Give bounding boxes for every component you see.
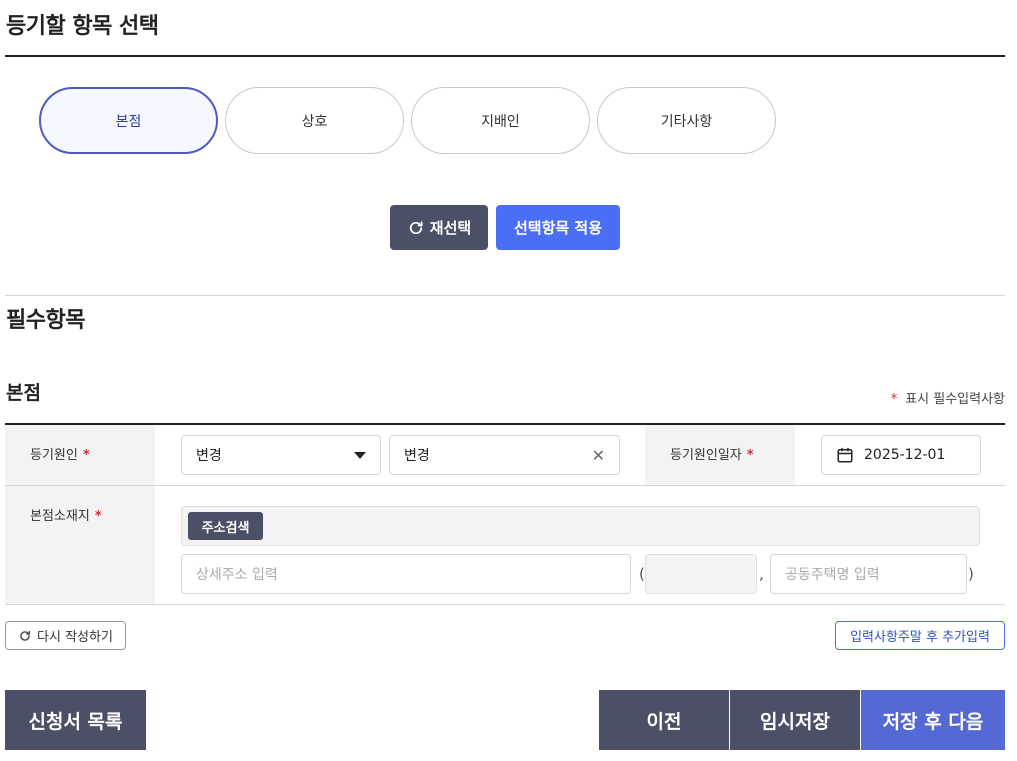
section-title: 필수항목 [6,308,85,333]
refresh-icon [20,630,31,641]
option-pill-label: 지배인 [481,113,520,130]
required-star: * [746,448,754,463]
cause-label-cell: 등기원인 * [5,425,155,485]
option-pill-label: 본점 [115,113,142,130]
apartment-name-input[interactable]: 공동주택명 입력 [770,554,967,594]
rewrite-button[interactable]: 다시 작성하기 [5,621,126,650]
required-note: * 표시 필수입력사항 [891,388,1005,407]
refresh-icon [409,220,423,234]
address-search-button[interactable]: 주소검색 [188,512,263,540]
add-input-button[interactable]: 입력사항주말 후 추가입력 [835,621,1005,650]
cause-select[interactable]: 변경 [181,435,381,475]
application-list-label: 신청서 목록 [28,710,123,733]
required-star: * [94,509,102,524]
reselect-label: 재선택 [429,219,472,237]
temp-save-button[interactable]: 임시저장 [730,690,860,750]
application-list-button[interactable]: 신청서 목록 [5,690,146,750]
address-field: 주소검색 [181,506,980,546]
open-paren: ( [639,565,645,583]
required-star: * [890,392,898,407]
row-divider [5,485,1005,486]
prev-button[interactable]: 이전 [599,690,729,750]
required-note-text: 표시 필수입력사항 [905,392,1005,407]
option-pill-other[interactable]: 기타사항 [597,87,776,154]
option-pill-manager[interactable]: 지배인 [411,87,590,154]
cause-input-value: 변경 [404,448,430,464]
detail-address-placeholder: 상세주소 입력 [196,567,278,583]
save-next-label: 저장 후 다음 [882,710,984,733]
page-title: 등기할 항목 선택 [6,14,159,39]
apply-selection-label: 선택항목 적용 [513,219,603,237]
prev-label: 이전 [646,710,682,733]
sub-section-title: 본점 [6,382,41,404]
reference-address-field [645,554,757,594]
calendar-icon[interactable] [836,446,854,464]
title-divider [5,55,1005,57]
location-label-cell: 본점소재지 * [5,486,155,604]
cause-label: 등기원인 [30,448,78,463]
location-label: 본점소재지 [30,509,90,524]
apartment-name-placeholder: 공동주택명 입력 [785,567,880,583]
required-star: * [82,448,90,463]
address-search-label: 주소검색 [201,520,250,536]
rewrite-label: 다시 작성하기 [37,630,113,645]
option-pill-main-office[interactable]: 본점 [39,87,218,154]
option-pill-trade-name[interactable]: 상호 [225,87,404,154]
form-bottom-border [5,604,1005,605]
add-input-label: 입력사항주말 후 추가입력 [850,630,990,645]
cause-date-label-cell: 등기원인일자 * [645,425,795,485]
option-pill-label: 기타사항 [660,113,713,130]
form-top-border [5,423,1005,425]
cause-date-input[interactable]: 2025-12-01 [821,435,981,475]
save-next-button[interactable]: 저장 후 다음 [861,690,1005,750]
cause-select-value: 변경 [196,448,222,464]
apply-selection-button[interactable]: 선택항목 적용 [496,205,620,250]
section-divider [5,295,1005,296]
option-pill-label: 상호 [301,113,328,130]
caret-down-icon [354,451,366,459]
cause-input[interactable]: 변경 ✕ [389,435,620,475]
cause-date-value: 2025-12-01 [864,447,946,463]
clear-icon[interactable]: ✕ [592,446,605,465]
reselect-button[interactable]: 재선택 [390,205,488,250]
comma: , [759,565,764,583]
cause-date-label: 등기원인일자 [670,448,742,463]
detail-address-input[interactable]: 상세주소 입력 [181,554,631,594]
temp-save-label: 임시저장 [760,710,830,733]
close-paren: ) [968,565,974,583]
